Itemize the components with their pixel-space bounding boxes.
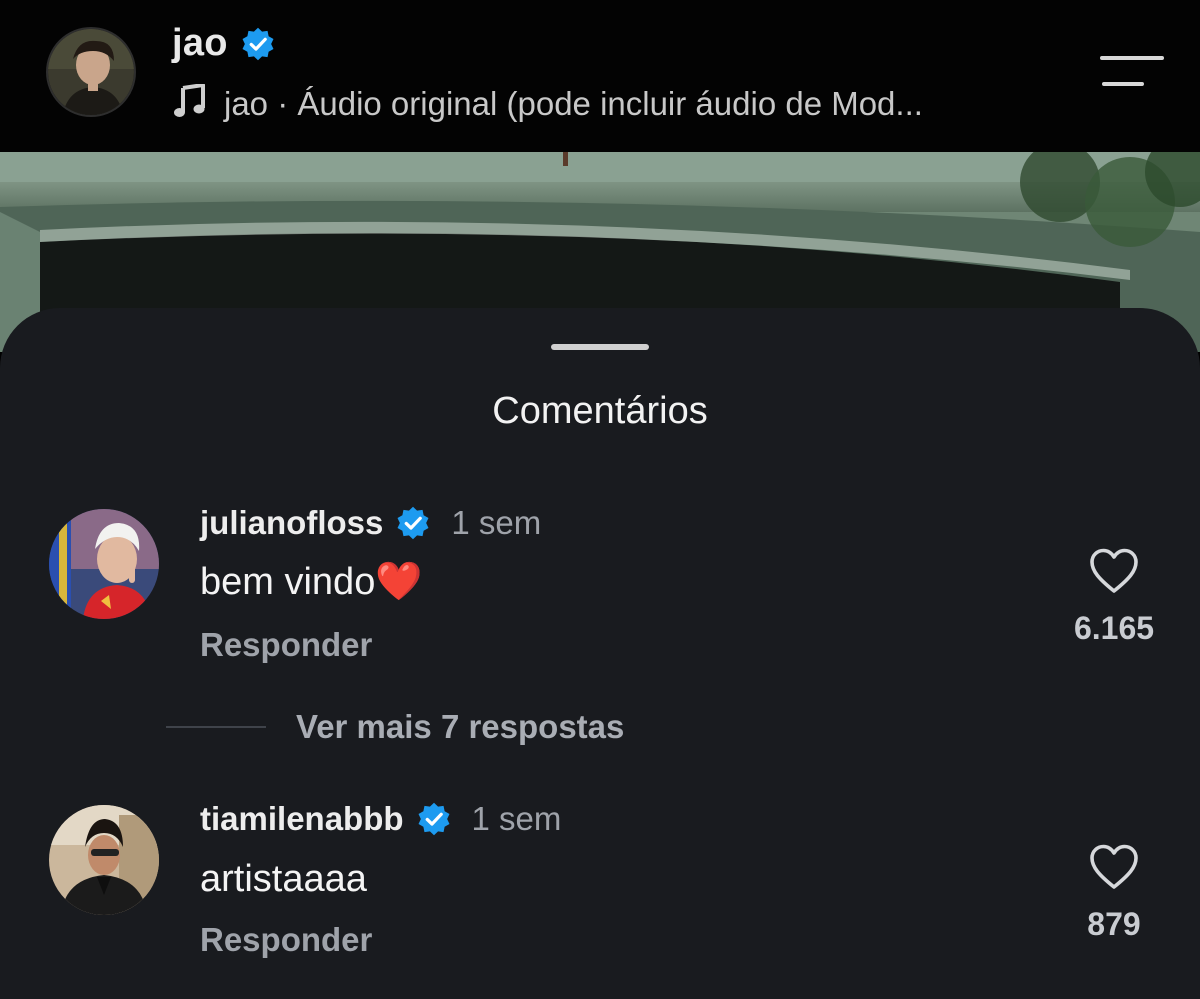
verified-badge-icon: [240, 26, 276, 62]
comment-avatar[interactable]: [49, 509, 159, 619]
heart-outline-icon[interactable]: [1089, 548, 1139, 594]
reels-comments-screen: jao jao · Áudio original (pode incluir á…: [0, 0, 1200, 999]
sheet-drag-handle[interactable]: [551, 344, 649, 350]
menu-icon[interactable]: [1100, 56, 1164, 90]
comment-avatar[interactable]: [49, 805, 159, 915]
heart-emoji: ❤️: [375, 561, 423, 603]
reply-button[interactable]: Responder: [200, 921, 372, 959]
verified-badge-icon: [395, 505, 431, 541]
top-header: jao jao · Áudio original (pode incluir á…: [0, 0, 1200, 152]
header-profile-avatar[interactable]: [46, 27, 136, 117]
like-control: 6.165: [1054, 548, 1174, 647]
header-username[interactable]: jao: [172, 22, 228, 65]
comment-header: tiamilenabbb 1 sem: [200, 800, 561, 838]
comment-username[interactable]: tiamilenabbb: [200, 800, 404, 838]
like-count: 6.165: [1073, 610, 1155, 646]
audio-track-label: jao · Áudio original (pode incluir áudio…: [224, 84, 923, 122]
comment-timestamp: 1 sem: [471, 800, 562, 837]
like-control: 879: [1054, 844, 1174, 943]
comment-text-row: bem vindo ❤️: [200, 560, 423, 604]
verified-badge-icon: [416, 801, 452, 837]
heart-outline-icon[interactable]: [1089, 844, 1139, 890]
view-more-replies-button[interactable]: Ver mais 7 respostas: [166, 708, 624, 746]
replies-divider-line: [166, 726, 266, 728]
header-audio-row[interactable]: jao · Áudio original (pode incluir áudio…: [174, 83, 923, 123]
comments-sheet: Comentários julianofloss 1 sem bem vindo…: [0, 308, 1200, 999]
comment-text-row: artistaaaa: [200, 858, 367, 901]
music-note-icon: [174, 83, 206, 123]
like-count: 879: [1087, 906, 1141, 942]
comment-header: julianofloss 1 sem: [200, 504, 541, 542]
comment-text: artistaaaa: [200, 858, 367, 900]
sheet-title: Comentários: [492, 390, 708, 432]
comment-timestamp: 1 sem: [451, 504, 542, 541]
comment-username[interactable]: julianofloss: [200, 504, 383, 542]
comment-text: bem vindo: [200, 560, 376, 603]
header-username-row: jao: [172, 22, 276, 65]
reply-button[interactable]: Responder: [200, 626, 372, 664]
view-more-replies-label: Ver mais 7 respostas: [296, 708, 625, 745]
